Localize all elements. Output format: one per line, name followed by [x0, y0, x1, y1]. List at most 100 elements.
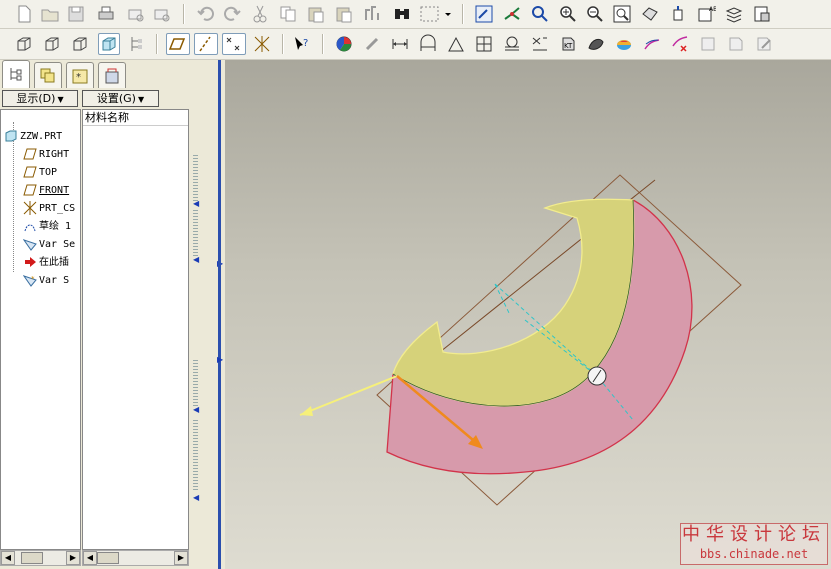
cut-icon[interactable]	[250, 4, 270, 24]
paste-icon[interactable]	[306, 4, 326, 24]
scroll-thumb[interactable]	[21, 552, 43, 564]
orient-mode-icon[interactable]	[530, 4, 550, 24]
folder-tab[interactable]	[98, 62, 126, 88]
mail-attach-icon[interactable]	[152, 4, 172, 24]
tree-item-front[interactable]: FRONT	[23, 183, 69, 199]
model-tree-settings-icon[interactable]	[752, 4, 772, 24]
show-menu-button[interactable]: 显示(D) ▼	[2, 90, 78, 107]
print-icon[interactable]	[96, 4, 116, 24]
mass-props-icon[interactable]	[474, 34, 494, 54]
dropdown-icon[interactable]	[443, 4, 453, 24]
clearance-icon[interactable]	[502, 34, 522, 54]
settings-menu-button[interactable]: 设置(G) ▼	[82, 90, 159, 107]
var-sec-sweep-icon: *	[23, 273, 37, 287]
angle-icon[interactable]	[446, 34, 466, 54]
measure-icon[interactable]	[362, 34, 382, 54]
selection-box-icon[interactable]	[418, 4, 442, 24]
dimension-icon[interactable]	[390, 34, 410, 54]
context-help-icon[interactable]: ?	[292, 34, 312, 54]
draft-check-icon[interactable]	[698, 34, 718, 54]
datum-planes-icon[interactable]	[166, 33, 190, 55]
tree-item-top[interactable]: TOP	[23, 165, 57, 181]
yellow-direction-arrow[interactable]	[299, 375, 398, 416]
feature-info-icon[interactable]	[726, 34, 746, 54]
reference-icon[interactable]	[530, 34, 550, 54]
splitter-grip[interactable]	[193, 360, 198, 408]
column-header: 材料名称	[83, 110, 188, 126]
splitter-grip[interactable]	[193, 155, 198, 203]
model-tree-tab[interactable]	[2, 60, 30, 88]
redo-icon[interactable]	[222, 4, 242, 24]
appearance-icon[interactable]	[334, 34, 354, 54]
view-manager-icon[interactable]	[724, 4, 744, 24]
tree-item-right[interactable]: RIGHT	[23, 147, 69, 163]
regenerate-icon[interactable]	[362, 4, 382, 24]
tree-item-var-sec-sweep-2[interactable]: * Var S	[23, 273, 69, 289]
column-horizontal-scrollbar[interactable]: ◀ ▶	[82, 550, 189, 566]
datum-axes-icon[interactable]	[194, 33, 218, 55]
collapse-left-icon[interactable]: ◀	[193, 256, 199, 264]
tree-item-label: TOP	[39, 167, 58, 178]
collapse-left-icon[interactable]: ◀	[193, 200, 199, 208]
collapse-left-icon[interactable]: ◀	[193, 494, 199, 502]
graphics-viewport[interactable]: 中华设计论坛 bbs.chinade.net	[225, 60, 831, 569]
tree-item-part[interactable]: ZZW.PRT	[4, 129, 62, 145]
info-icon[interactable]: KT	[558, 34, 578, 54]
scroll-left-icon[interactable]: ◀	[1, 551, 15, 565]
curve-analysis-icon[interactable]	[670, 34, 690, 54]
collapse-left-icon[interactable]: ◀	[193, 406, 199, 414]
curvature-icon[interactable]	[642, 34, 662, 54]
refit-icon[interactable]	[612, 4, 632, 24]
find-icon[interactable]	[392, 4, 412, 24]
tree-item-sketch[interactable]: 草绘 1	[23, 219, 71, 235]
svg-text:KT: KT	[564, 42, 573, 50]
section-icon[interactable]	[418, 34, 438, 54]
tree-item-label: FRONT	[39, 185, 70, 196]
scroll-thumb[interactable]	[97, 552, 119, 564]
model-tree[interactable]: ZZW.PRT RIGHT TOP FRONT PRT_CS 草绘 1 Var …	[0, 109, 81, 550]
csys-icon	[23, 201, 37, 215]
wireframe-icon[interactable]	[14, 34, 34, 54]
layers-tab[interactable]	[34, 62, 62, 88]
tree-horizontal-scrollbar[interactable]: ◀ ▶	[0, 550, 81, 566]
save-icon[interactable]	[66, 4, 86, 24]
toolbar-separator	[183, 4, 185, 24]
pattern-icon[interactable]	[586, 34, 606, 54]
zoom-in-icon[interactable]	[558, 4, 578, 24]
layers-icon[interactable]: AB	[696, 4, 716, 24]
undo-icon[interactable]	[196, 4, 216, 24]
tree-item-csys[interactable]: PRT_CS	[23, 201, 75, 217]
scroll-left-icon[interactable]: ◀	[83, 551, 97, 565]
csys-icon[interactable]	[252, 34, 272, 54]
part-model-graphic[interactable]	[225, 60, 831, 569]
shading-icon[interactable]	[98, 33, 120, 55]
new-file-icon[interactable]	[14, 4, 34, 24]
paste-special-icon[interactable]	[334, 4, 354, 24]
scroll-right-icon[interactable]: ▶	[174, 551, 188, 565]
open-folder-icon[interactable]	[40, 4, 60, 24]
expand-right-icon[interactable]: ▶	[217, 356, 223, 364]
tree-item-insert-here[interactable]: 在此插	[23, 255, 69, 271]
repaint-icon[interactable]	[474, 4, 494, 24]
edit-icon[interactable]	[754, 34, 774, 54]
reorient-icon[interactable]	[640, 4, 660, 24]
send-mail-icon[interactable]	[126, 4, 146, 24]
hidden-line-icon[interactable]	[42, 34, 62, 54]
yellow-arrowhead	[300, 406, 313, 416]
splitter-bar[interactable]	[218, 60, 221, 569]
zoom-out-icon[interactable]	[585, 4, 605, 24]
copy-icon[interactable]	[278, 4, 298, 24]
spin-center-icon[interactable]	[502, 4, 522, 24]
no-hidden-icon[interactable]	[70, 34, 90, 54]
scroll-right-icon[interactable]: ▶	[66, 551, 80, 565]
panel-splitter[interactable]: ◀ ◀ ▶ ▶ ◀ ◀	[191, 60, 225, 569]
favorites-tab[interactable]: *	[66, 62, 94, 88]
splitter-grip[interactable]	[193, 210, 198, 258]
model-tree-toggle-icon[interactable]	[126, 34, 146, 54]
shaded-sphere-icon[interactable]	[614, 34, 634, 54]
splitter-grip[interactable]	[193, 420, 198, 490]
tree-item-var-sec-sweep[interactable]: Var Se	[23, 237, 75, 253]
saved-views-icon[interactable]	[668, 4, 688, 24]
datum-points-icon[interactable]	[222, 33, 246, 55]
svg-text:*: *	[31, 275, 35, 283]
